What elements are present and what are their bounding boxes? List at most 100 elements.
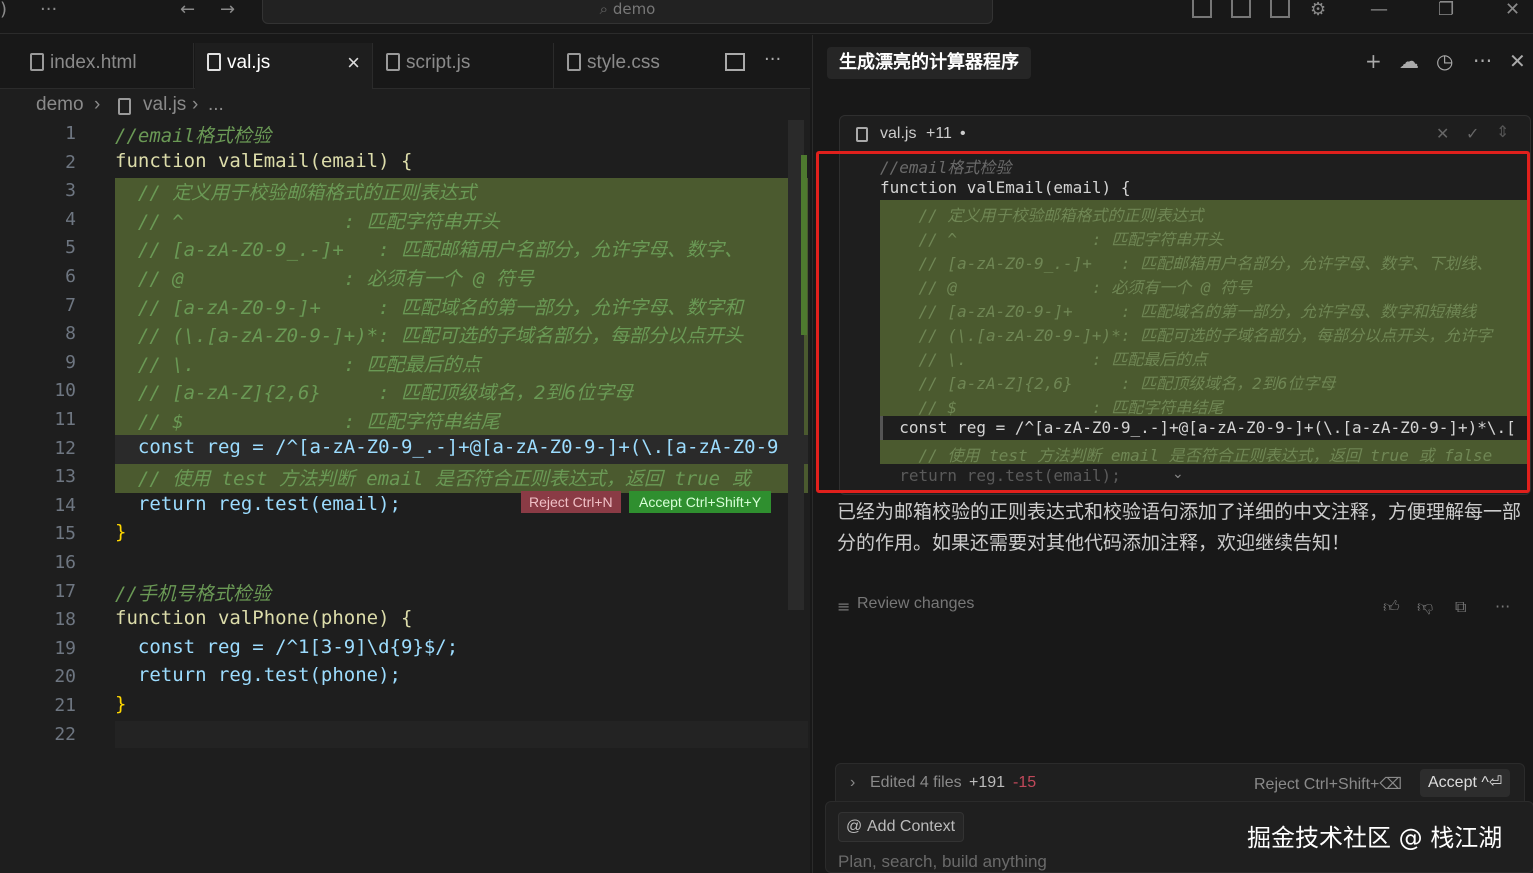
- code-line[interactable]: const reg = /^1[3-9]\d{9}$/;: [115, 636, 458, 658]
- more-icon[interactable]: ···: [1495, 597, 1510, 616]
- chevron-right-icon[interactable]: ›: [850, 774, 855, 792]
- removed-lines-count: -15: [1013, 774, 1037, 791]
- code-line[interactable]: //email格式检验: [115, 121, 271, 148]
- back-arrow-icon[interactable]: ←: [180, 0, 195, 24]
- reject-change-button[interactable]: Reject Ctrl+N: [521, 491, 621, 513]
- diff-card-header[interactable]: val.js +11 • ✕ ✓ ⇕: [840, 116, 1530, 152]
- chevron-right-icon: ›: [94, 94, 101, 115]
- tab-label: index.html: [50, 52, 137, 73]
- line-number: 20: [54, 666, 76, 687]
- add-context-button[interactable]: @ Add Context: [838, 812, 965, 842]
- breadcrumb: demo › val.js › ...: [0, 90, 810, 122]
- tab-index-html[interactable]: index.html: [18, 43, 194, 89]
- at-icon: @: [846, 818, 863, 835]
- breadcrumb-file[interactable]: val.js: [143, 94, 186, 116]
- file-icon: [30, 53, 44, 71]
- reject-all-button[interactable]: Reject Ctrl+Shift+⌫: [1254, 774, 1402, 794]
- chevron-right-icon: ›: [192, 94, 199, 115]
- chat-title[interactable]: 生成漂亮的计算器程序: [827, 47, 1031, 79]
- forward-arrow-icon[interactable]: →: [220, 0, 235, 24]
- tab-val-js[interactable]: val.js ×: [195, 43, 373, 89]
- more-menu-icon[interactable]: ···: [40, 0, 57, 24]
- copy-icon[interactable]: ⧉: [1455, 597, 1466, 617]
- line-number: 13: [54, 466, 76, 487]
- code-line[interactable]: }: [115, 693, 126, 715]
- tab-label: val.js: [227, 52, 271, 73]
- code-line[interactable]: // 使用 test 方法判断 email 是否符合正则表达式，返回 true …: [115, 464, 751, 491]
- menu-edge-icon[interactable]: ): [0, 0, 7, 24]
- code-line[interactable]: return reg.test(phone);: [115, 664, 401, 686]
- thumbs-down-icon[interactable]: 👎︎: [1417, 597, 1433, 617]
- close-window-icon[interactable]: ✕: [1505, 0, 1520, 24]
- breadcrumb-folder[interactable]: demo: [36, 94, 84, 116]
- tab-script-js[interactable]: script.js: [374, 43, 554, 89]
- code-line[interactable]: return reg.test(email);: [115, 493, 401, 515]
- line-number: 11: [54, 409, 76, 430]
- file-icon: [118, 98, 131, 115]
- code-line[interactable]: // [a-zA-Z]{2,6} : 匹配顶级域名，2到6位字母: [115, 378, 633, 405]
- code-line[interactable]: //手机号格式检验: [115, 579, 271, 606]
- diff-gutter-marker: [801, 155, 807, 335]
- code-line[interactable]: // 定义用于校验邮箱格式的正则表达式: [115, 178, 476, 205]
- edited-files-label[interactable]: Edited 4 files: [870, 774, 962, 792]
- code-line[interactable]: // @ : 必须有一个 @ 符号: [115, 264, 534, 291]
- tab-label: script.js: [406, 52, 471, 73]
- line-number: 5: [65, 237, 76, 258]
- line-number: 7: [65, 295, 76, 316]
- code-line[interactable]: // (\.[a-zA-Z0-9-]+)*: 匹配可选的子域名部分，每部分以点开…: [115, 321, 743, 348]
- line-number: 17: [54, 581, 76, 602]
- title-bar: ) ··· ← → ⌕ demo ⚙ — ❐ ✕: [0, 0, 1533, 34]
- toggle-panel-icon[interactable]: [1231, 0, 1251, 18]
- chat-input-placeholder[interactable]: Plan, search, build anything: [838, 852, 1047, 872]
- code-line[interactable]: // [a-zA-Z0-9-]+ : 匹配域名的第一部分，允许字母、数字和: [115, 293, 743, 320]
- history-icon[interactable]: ◷: [1436, 51, 1453, 71]
- highlight-annotation-box: [816, 151, 1530, 493]
- line-number: 15: [54, 523, 76, 544]
- restore-icon[interactable]: ❐: [1438, 0, 1454, 24]
- code-line[interactable]: function valPhone(phone) {: [115, 607, 412, 629]
- cloud-icon[interactable]: ☁: [1399, 51, 1419, 71]
- more-actions-icon[interactable]: ···: [764, 49, 781, 70]
- thumbs-up-icon[interactable]: 👍︎: [1383, 597, 1400, 617]
- line-number: 4: [65, 209, 76, 230]
- current-line-highlight: [115, 721, 808, 748]
- unsaved-dot-icon: •: [960, 125, 966, 142]
- search-icon: ⌕: [599, 0, 613, 18]
- expand-icon[interactable]: ⇕: [1496, 122, 1509, 142]
- tab-style-css[interactable]: style.css: [555, 43, 695, 89]
- line-number: 10: [54, 380, 76, 401]
- code-line[interactable]: // $ : 匹配字符串结尾: [115, 407, 500, 434]
- assistant-message: 已经为邮箱校验的正则表达式和校验语句添加了详细的中文注释，方便理解每一部分的作用…: [837, 501, 1522, 554]
- more-icon[interactable]: ···: [1473, 51, 1492, 71]
- toggle-sidebar-icon[interactable]: [1192, 0, 1212, 18]
- reject-x-icon[interactable]: ✕: [1436, 124, 1449, 144]
- line-number: 22: [54, 724, 76, 745]
- code-line[interactable]: const reg = /^[a-zA-Z0-9_.-]+@[a-zA-Z0-9…: [115, 436, 779, 458]
- search-text: demo: [612, 0, 656, 18]
- toggle-secondary-sidebar-icon[interactable]: [1270, 0, 1290, 18]
- editor-tab-bar: index.html val.js × script.js style.css …: [0, 35, 810, 89]
- new-chat-icon[interactable]: +: [1365, 51, 1382, 71]
- edited-files-bar: › Edited 4 files +191 -15 Reject Ctrl+Sh…: [835, 763, 1525, 803]
- code-line[interactable]: // \. : 匹配最后的点: [115, 350, 481, 377]
- code-line[interactable]: // ^ : 匹配字符串开头: [115, 207, 500, 234]
- line-number: 2: [65, 152, 76, 173]
- accept-change-button[interactable]: Accept Ctrl+Shift+Y: [629, 491, 772, 513]
- line-number: 3: [65, 180, 76, 201]
- minimize-icon[interactable]: —: [1370, 0, 1388, 24]
- split-editor-icon[interactable]: [725, 53, 745, 71]
- review-changes-link[interactable]: Review changes: [857, 595, 974, 613]
- added-lines-count: +191: [969, 774, 1006, 791]
- close-icon[interactable]: ×: [347, 43, 360, 83]
- gear-icon[interactable]: ⚙: [1310, 0, 1326, 24]
- line-number: 16: [54, 552, 76, 573]
- accept-all-button[interactable]: Accept ^⏎: [1420, 769, 1511, 797]
- code-line[interactable]: function valEmail(email) {: [115, 150, 412, 172]
- accept-check-icon[interactable]: ✓: [1466, 124, 1479, 144]
- code-line[interactable]: }: [115, 521, 126, 543]
- command-center-search[interactable]: ⌕ demo: [262, 0, 993, 24]
- breadcrumb-symbol[interactable]: ...: [208, 94, 224, 116]
- code-line[interactable]: // [a-zA-Z0-9_.-]+ : 匹配邮箱用户名部分，允许字母、数字、: [115, 235, 743, 262]
- add-context-label: Add Context: [867, 818, 956, 835]
- close-panel-icon[interactable]: ✕: [1509, 51, 1526, 71]
